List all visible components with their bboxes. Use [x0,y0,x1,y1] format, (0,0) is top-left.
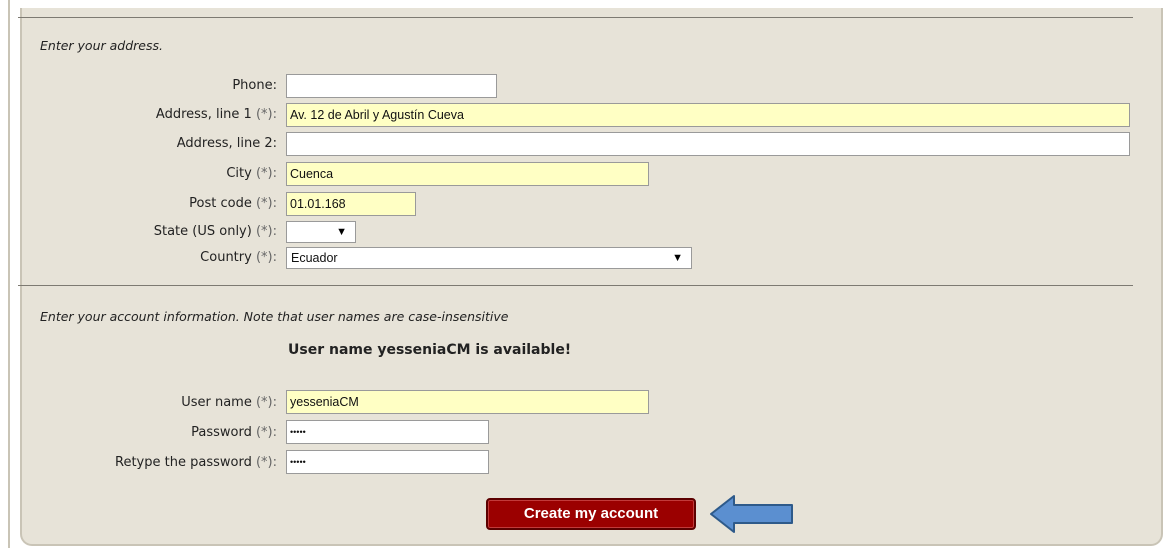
section-divider [18,285,1133,286]
username-label: User name (*): [181,395,277,410]
address-line2-label: Address, line 2: [176,136,277,151]
username-input[interactable]: yesseniaCM [286,390,649,414]
country-label: Country (*): [200,250,277,265]
account-instructions: Enter your account information. Note tha… [40,309,509,324]
post-code-input[interactable]: 01.01.168 [286,192,416,216]
address-line2-input[interactable] [286,132,1130,156]
address-line1-label: Address, line 1 (*): [155,107,277,122]
chevron-down-icon: ▼ [336,226,347,238]
address-line1-input[interactable]: Av. 12 de Abril y Agustín Cueva [286,103,1130,127]
state-label: State (US only) (*): [153,224,277,239]
country-select[interactable]: Ecuador ▼ [286,247,692,269]
post-code-label: Post code (*): [189,196,277,211]
left-border-line [8,0,10,548]
country-select-value: Ecuador [291,251,338,265]
retype-password-label: Retype the password (*): [115,455,277,470]
state-select[interactable]: ▼ [286,221,356,243]
city-input[interactable]: Cuenca [286,162,649,186]
chevron-down-icon: ▼ [672,252,683,264]
availability-message: User name yesseniaCM is available! [288,342,572,358]
address-instructions: Enter your address. [40,38,163,53]
left-arrow-icon [710,495,793,533]
password-input[interactable]: ••••• [286,420,489,444]
top-divider [18,17,1133,18]
phone-input[interactable] [286,74,497,98]
phone-label: Phone: [232,78,277,93]
retype-password-input[interactable]: ••••• [286,450,489,474]
password-label: Password (*): [191,425,277,440]
city-label: City (*): [226,166,277,181]
create-account-button[interactable]: Create my account [486,498,696,530]
